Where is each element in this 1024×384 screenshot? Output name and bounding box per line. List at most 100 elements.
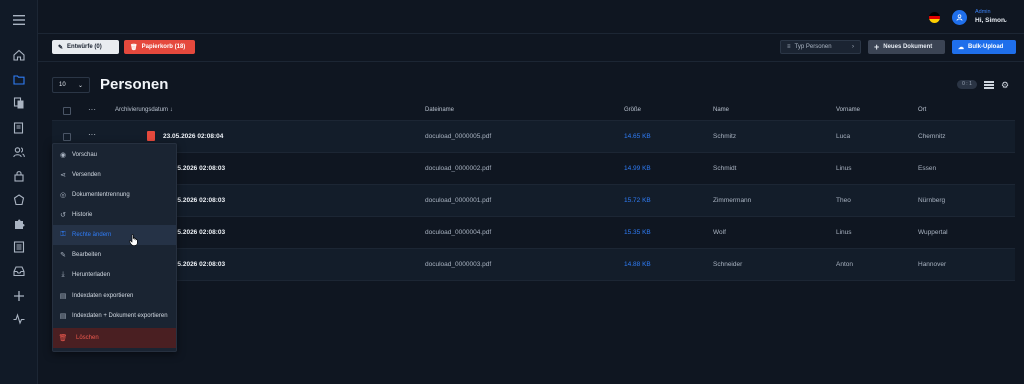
chevron-right-icon: › xyxy=(852,44,854,50)
document-edit-icon[interactable] xyxy=(12,121,26,135)
table-row[interactable]: .05.2026 02:08:03 docuload_0000003.pdf 1… xyxy=(52,249,1015,281)
column-header[interactable]: Dateiname xyxy=(425,107,454,113)
menu-item-export-index-document[interactable]: ▤ Indexdaten + Dokument exportieren xyxy=(53,306,176,326)
menu-item-label: Indexdaten + Dokument exportieren xyxy=(72,313,168,319)
menu-item-download[interactable]: ⤓ Herunterladen xyxy=(53,265,176,285)
file-size: 14.99 KB xyxy=(624,165,651,172)
city: Wuppertal xyxy=(918,229,948,236)
table-row[interactable]: ··· 23.05.2026 02:08:04 docuload_0000005… xyxy=(52,121,1015,153)
type-filter-button[interactable]: ≡ Typ Personen › xyxy=(780,40,861,54)
file-name[interactable]: docuload_0000002.pdf xyxy=(425,165,491,172)
file-icon: ▤ xyxy=(59,313,67,320)
menu-item-label: Herunterladen xyxy=(72,272,111,278)
row-checkbox[interactable] xyxy=(63,133,71,141)
select-all-checkbox[interactable] xyxy=(63,107,71,115)
trash-button[interactable]: 🗑 Papierkorb (18) xyxy=(124,40,195,54)
first-name: Theo xyxy=(836,197,851,204)
city: Hannover xyxy=(918,261,947,268)
puzzle-icon[interactable] xyxy=(12,217,26,231)
hand-cursor-icon xyxy=(129,233,139,246)
left-sidebar xyxy=(0,0,38,384)
badge-icon[interactable] xyxy=(12,193,26,207)
edit-icon: ✎ xyxy=(60,252,66,259)
archive-date: .05.2026 02:08:03 xyxy=(172,197,226,204)
user-greeting[interactable]: Hi, Simon xyxy=(975,17,1005,24)
menu-icon[interactable] xyxy=(12,13,26,27)
table-row[interactable]: .05.2026 02:08:03 docuload_0000001.pdf 1… xyxy=(52,185,1015,217)
file-size: 14.88 KB xyxy=(624,261,651,268)
first-name: Linus xyxy=(836,165,852,172)
city: Chemnitz xyxy=(918,133,946,140)
lock-icon[interactable] xyxy=(12,169,26,183)
sliders-icon[interactable]: ⚙ xyxy=(1001,80,1011,90)
type-filter-label: Typ Personen xyxy=(794,44,832,50)
new-document-label: Neues Dokument xyxy=(883,44,933,50)
archive-date: .05.2026 02:08:03 xyxy=(172,229,226,236)
menu-item-split[interactable]: ◎ Dokumententrennung xyxy=(53,185,176,205)
user-role: Admin xyxy=(975,9,991,15)
page-size-select[interactable]: 10 ⌄ xyxy=(52,77,90,93)
plus-icon: + xyxy=(874,42,880,52)
trash-icon: 🗑 xyxy=(130,44,138,51)
cloud-upload-icon: ☁ xyxy=(958,44,964,51)
table-header: ··· Archivierungsdatum ↓ Dateiname Größe… xyxy=(52,100,1015,121)
menu-item-export-index[interactable]: ▤ Indexdaten exportieren xyxy=(53,286,176,306)
home-icon[interactable] xyxy=(12,48,26,62)
table-row[interactable]: .05.2026 02:08:03 docuload_0000002.pdf 1… xyxy=(52,153,1015,185)
menu-item-delete[interactable]: 🗑 Löschen xyxy=(53,328,176,348)
table-row[interactable]: .05.2026 02:08:03 docuload_0000004.pdf 1… xyxy=(52,217,1015,249)
documents-table: ··· Archivierungsdatum ↓ Dateiname Größe… xyxy=(52,100,1015,281)
menu-item-permissions[interactable]: ⚿ Rechte ändern xyxy=(53,225,176,245)
folder-icon[interactable] xyxy=(12,72,26,86)
menu-item-label: Historie xyxy=(72,212,93,218)
menu-item-label: Dokumententrennung xyxy=(72,192,130,198)
city: Nürnberg xyxy=(918,197,946,204)
users-icon[interactable] xyxy=(12,145,26,159)
header-more-icon[interactable]: ··· xyxy=(88,105,96,114)
new-document-button[interactable]: + Neues Dokument xyxy=(868,40,945,54)
bulk-upload-label: Bulk-Upload xyxy=(968,44,1004,50)
last-name: Zimmermann xyxy=(713,197,752,204)
file-size: 15.72 KB xyxy=(624,197,651,204)
pdf-file-icon xyxy=(147,131,155,141)
column-count-badge[interactable]: 0 : 1 xyxy=(957,80,977,89)
chevron-down-icon[interactable]: ⌄ xyxy=(1003,17,1008,24)
plus-icon[interactable] xyxy=(12,289,26,303)
column-header[interactable]: Ort xyxy=(918,107,926,113)
column-header[interactable]: Größe xyxy=(624,107,641,113)
column-header[interactable]: Archivierungsdatum ↓ xyxy=(115,107,173,113)
file-name[interactable]: docuload_0000005.pdf xyxy=(425,133,491,140)
file-icon: ▤ xyxy=(59,293,67,300)
page-title: Personen xyxy=(100,76,169,93)
activity-icon[interactable] xyxy=(12,312,26,326)
file-name[interactable]: docuload_0000003.pdf xyxy=(425,261,491,268)
menu-item-preview[interactable]: ◉ Vorschau xyxy=(53,145,176,165)
download-icon: ⤓ xyxy=(61,271,65,278)
drafts-button[interactable]: ✎ Entwürfe (0) xyxy=(52,40,119,54)
file-size: 14.65 KB xyxy=(624,133,651,140)
list-document-icon[interactable] xyxy=(12,240,26,254)
list-view-icon[interactable] xyxy=(984,81,994,89)
menu-item-edit[interactable]: ✎ Bearbeiten xyxy=(53,245,176,265)
archive-date: .05.2026 02:08:03 xyxy=(172,165,226,172)
share-icon: ⋖ xyxy=(60,172,66,179)
drafts-label: Entwürfe (0) xyxy=(67,44,102,50)
row-actions-icon[interactable]: ··· xyxy=(88,130,96,139)
history-icon: ↺ xyxy=(60,212,66,219)
edit-icon: ✎ xyxy=(58,44,64,51)
file-name[interactable]: docuload_0000004.pdf xyxy=(425,229,491,236)
file-name[interactable]: docuload_0000001.pdf xyxy=(425,197,491,204)
column-header[interactable]: Name xyxy=(713,107,729,113)
inbox-icon[interactable] xyxy=(12,264,26,278)
column-header[interactable]: Vorname xyxy=(836,107,860,113)
german-flag-icon[interactable] xyxy=(929,12,940,23)
menu-item-label: Versenden xyxy=(72,172,101,178)
last-name: Schmidt xyxy=(713,165,737,172)
user-avatar[interactable] xyxy=(952,10,967,25)
menu-item-history[interactable]: ↺ Historie xyxy=(53,205,176,225)
documents-icon[interactable] xyxy=(12,96,26,110)
first-name: Linus xyxy=(836,229,852,236)
filter-icon: ≡ xyxy=(787,44,791,50)
menu-item-send[interactable]: ⋖ Versenden xyxy=(53,165,176,185)
bulk-upload-button[interactable]: ☁ Bulk-Upload xyxy=(952,40,1016,54)
